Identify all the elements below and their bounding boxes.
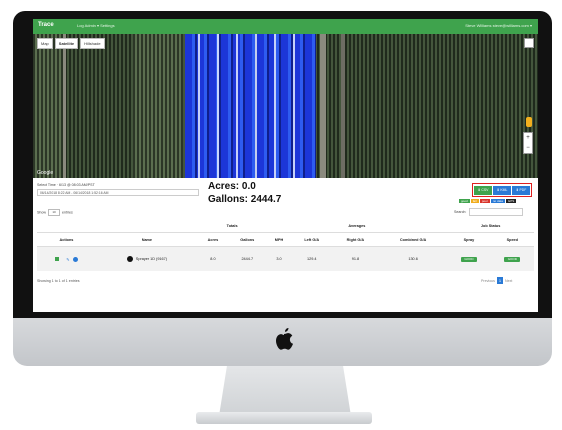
date-range-input[interactable]: 06/14/2018 8:22 AM - 06/14/2018 1:52:16 … (37, 189, 199, 196)
row-select-checkbox[interactable] (55, 257, 60, 261)
tab-map[interactable]: Map (37, 38, 53, 49)
info-icon[interactable] (72, 256, 78, 262)
acres-total: Acres: 0.0 (208, 181, 256, 192)
col-speed[interactable]: Speed (490, 232, 534, 247)
group-header-row: Totals Averages Job Status (37, 219, 534, 233)
legend-gps: GPS (505, 199, 517, 203)
map-attribution: Google (37, 170, 54, 176)
col-left-ga[interactable]: Left G/A (291, 232, 332, 247)
row-spray-cell: GOOD (447, 246, 491, 271)
search-input[interactable] (469, 208, 524, 216)
monitor-stand-foot (196, 412, 372, 424)
pagination-previous[interactable]: Previous (481, 279, 495, 283)
pagination-next[interactable]: Next (505, 279, 512, 283)
date-range-label: Select Time · 6/13 @ 08:03 AM/PST (37, 183, 95, 187)
row-right-ga: 91.8 (331, 246, 379, 271)
row-acres: 8.0 (197, 246, 229, 271)
spray-coverage-overlay (185, 34, 316, 178)
spray-status-badge[interactable]: GOOD (460, 256, 477, 262)
zoom-out-icon[interactable]: − (524, 143, 532, 153)
row-actions: ✎ (37, 246, 96, 271)
monitor-stand-neck (219, 366, 351, 416)
col-right-ga[interactable]: Right G/A (331, 232, 379, 247)
user-menu[interactable]: Steve Williams steve@williams.com ▾ (465, 23, 532, 28)
row-combined-ga: 130.6 (378, 246, 448, 271)
status-legend: good fair poor no data GPS (459, 199, 517, 203)
col-name[interactable]: Name (95, 232, 198, 247)
map-type-tabs: Map Satellite Hillshade (37, 38, 105, 49)
col-combined-ga[interactable]: Combined G/A (378, 232, 448, 247)
group-blank (37, 219, 198, 233)
tab-satellite[interactable]: Satellite (54, 38, 79, 49)
column-header-row: Actions Name Acres Gallons MPH Left G/A … (37, 232, 534, 247)
row-mph: 3.0 (266, 246, 292, 271)
col-mph[interactable]: MPH (266, 232, 292, 247)
table-search: Search: (454, 208, 524, 216)
zoom-in-icon[interactable]: + (524, 133, 532, 143)
row-gallons: 2444.7 (228, 246, 267, 271)
table-info: Showing 1 to 1 of 1 entries (37, 279, 80, 283)
fullscreen-icon[interactable] (524, 38, 534, 48)
export-kml-button[interactable]: ⬇ KML (493, 185, 511, 195)
legend-good: good (459, 199, 470, 203)
group-totals: Totals (197, 219, 267, 233)
col-acres[interactable]: Acres (197, 232, 229, 247)
row-left-ga: 129.4 (291, 246, 332, 271)
page-length-control: Show 10 entries (37, 209, 73, 216)
screen: Trace Log Admin ▾ Settings Steve William… (33, 19, 538, 312)
table-row[interactable]: ✎ Sprayer 1D (9167) 8.0 2444.7 3.0 129.4… (37, 246, 534, 271)
export-pdf-button[interactable]: ⬇ PDF (512, 185, 530, 195)
row-speed-cell: GOOD (490, 246, 534, 271)
sprayer-table: Totals Averages Job Status Actions Name … (37, 219, 534, 271)
page-length-select[interactable]: 10 (48, 209, 60, 216)
show-label: Show (37, 210, 46, 215)
row-name[interactable]: Sprayer 1D (9167) (136, 257, 167, 261)
export-csv-button[interactable]: ⬇ CSV (474, 185, 492, 195)
gallons-total: Gallons: 2444.7 (208, 194, 282, 205)
apple-logo-icon (276, 328, 293, 350)
pagination-page-1[interactable]: 1 (496, 277, 503, 284)
edit-icon[interactable]: ✎ (66, 257, 69, 262)
zoom-control[interactable]: + − (523, 132, 533, 154)
speed-status-badge[interactable]: GOOD (504, 256, 521, 262)
col-spray[interactable]: Spray (447, 232, 491, 247)
col-gallons[interactable]: Gallons (228, 232, 267, 247)
top-navbar: Trace Log Admin ▾ Settings Steve William… (33, 19, 538, 34)
sprayer-marker-icon (126, 256, 133, 262)
legend-poor: poor (479, 199, 490, 203)
legend-fair: fair (470, 199, 479, 203)
legend-no-data: no data (490, 199, 505, 203)
col-actions: Actions (37, 232, 96, 247)
group-averages: Averages (266, 219, 448, 233)
pagination: Previous 1 Next (481, 277, 512, 284)
search-label: Search: (454, 209, 467, 214)
entries-label: entries (62, 210, 73, 215)
nav-menu[interactable]: Log Admin ▾ Settings (77, 23, 115, 28)
satellite-map[interactable]: Map Satellite Hillshade + − Google (33, 34, 538, 178)
tab-hillshade[interactable]: Hillshade (80, 38, 105, 49)
street-view-pegman-icon[interactable] (526, 117, 532, 127)
brand-logo[interactable]: Trace (38, 22, 54, 28)
row-name-cell: Sprayer 1D (9167) (95, 246, 198, 271)
export-button-group: ⬇ CSV ⬇ KML ⬇ PDF (472, 183, 532, 197)
group-job-status: Job Status (447, 219, 534, 233)
